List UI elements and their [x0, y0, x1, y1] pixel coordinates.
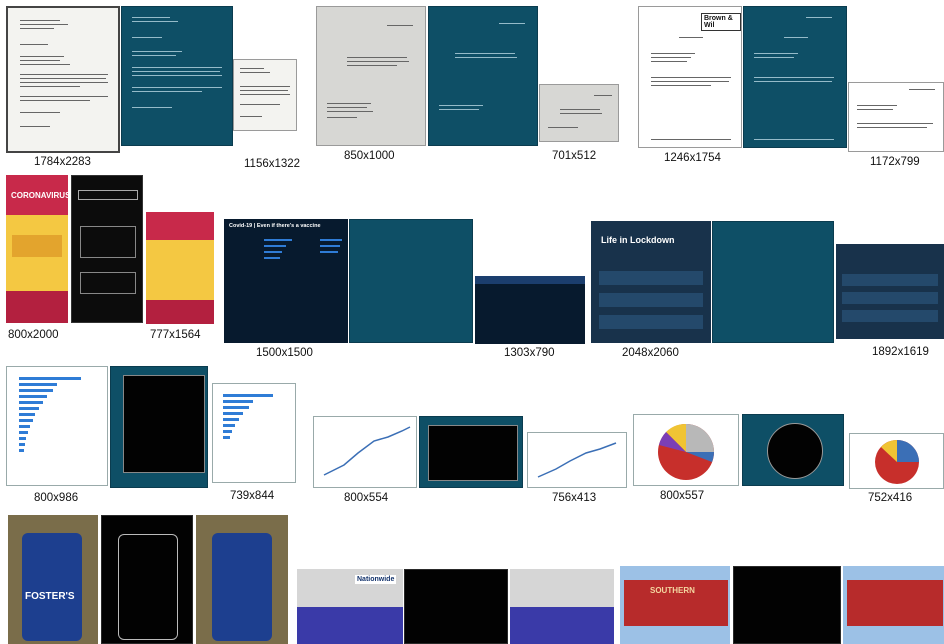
beer-can-resized-thumbnail [196, 515, 288, 644]
bar-chart-thumbnail [6, 366, 108, 486]
caption-r2-5: 2048x2060 [622, 347, 679, 359]
line-chart-edge-map-thumbnail [419, 416, 523, 488]
beer-can-photo-thumbnail: FOSTER'S [8, 515, 98, 644]
caption-r2-1: 800x2000 [8, 329, 59, 341]
bar-chart-resized-thumbnail [212, 383, 296, 483]
caption-r1-4: 701x512 [552, 150, 597, 162]
coronavirus-title: CORONAVIRUS [11, 191, 68, 200]
caboose-photo-thumbnail: SOUTHERN [620, 566, 730, 644]
caption-r1-2: 1156x1322 [244, 158, 301, 170]
caption-r3-4: 756x413 [552, 492, 597, 504]
fosters-label: FOSTER'S [25, 591, 75, 602]
line-chart-resized-thumbnail [527, 432, 627, 488]
caption-r3-6: 752x416 [868, 492, 913, 504]
memo-original-thumbnail [316, 6, 426, 146]
letterhead-resized-thumbnail [848, 82, 944, 152]
letter-edge-map-thumbnail [121, 6, 233, 146]
pie-chart-graphic [658, 423, 714, 480]
caboose-resized-thumbnail [843, 566, 944, 644]
lockdown-resized-thumbnail [836, 244, 944, 339]
covid-resized-thumbnail [475, 276, 585, 344]
line-chart-graphic [323, 426, 411, 476]
caption-r3-1: 800x986 [34, 492, 79, 504]
lockdown-edge-map-thumbnail [712, 221, 834, 343]
memo-resized-thumbnail [539, 84, 619, 142]
caption-r1-3: 850x1000 [344, 150, 395, 162]
covid-vaccine-chart-thumbnail: Covid-19 | Even if there's a vaccine [224, 219, 348, 343]
covid-edge-map-thumbnail [349, 219, 473, 343]
southern-lettering: SOUTHERN [650, 586, 695, 595]
pie-chart-edge-map-thumbnail [742, 414, 844, 486]
lockdown-title: Life in Lockdown [601, 235, 675, 245]
pie-chart-resized-thumbnail [849, 433, 944, 489]
caption-r1-6: 1172x799 [870, 156, 920, 168]
volleyball-resized-thumbnail [510, 569, 614, 644]
letter-resized-thumbnail [233, 59, 297, 131]
volleyball-edge-map-thumbnail [404, 569, 508, 644]
volleyball-photo-thumbnail: Nationwide [297, 569, 403, 644]
coronavirus-resized-thumbnail [146, 212, 214, 324]
letterhead-original-thumbnail: Brown & Wil [638, 6, 742, 148]
lockdown-infographic-thumbnail: Life in Lockdown [591, 221, 711, 343]
beer-can-edge-map-thumbnail [101, 515, 193, 644]
caption-r3-2: 739x844 [230, 490, 275, 502]
letterhead-edge-map-thumbnail [743, 6, 847, 148]
caption-r2-6: 1892x1619 [872, 346, 929, 358]
caption-r1-1: 1784x2283 [34, 156, 91, 168]
caption-r3-5: 800x557 [660, 490, 705, 502]
caption-r1-5: 1246x1754 [664, 152, 721, 164]
pie-chart-resized-graphic [875, 440, 919, 484]
letter-original-thumbnail [6, 6, 120, 153]
caption-r3-3: 800x554 [344, 492, 389, 504]
nationwide-sign: Nationwide [355, 575, 397, 584]
covid-title: Covid-19 | Even if there's a vaccine [229, 223, 321, 229]
memo-edge-map-thumbnail [428, 6, 538, 146]
caption-r2-2: 777x1564 [150, 329, 201, 341]
coronavirus-infographic-thumbnail: CORONAVIRUS [6, 175, 68, 323]
caboose-edge-map-thumbnail [733, 566, 841, 644]
pie-chart-thumbnail [633, 414, 739, 486]
caption-r2-3: 1500x1500 [256, 347, 313, 359]
bar-chart-edge-map-thumbnail [110, 366, 208, 488]
line-chart-thumbnail [313, 416, 417, 488]
coronavirus-edge-map-thumbnail [71, 175, 143, 323]
line-chart-resized-graphic [537, 442, 617, 478]
caption-r2-4: 1303x790 [504, 347, 555, 359]
letterhead-brand: Brown & Wil [701, 13, 741, 31]
